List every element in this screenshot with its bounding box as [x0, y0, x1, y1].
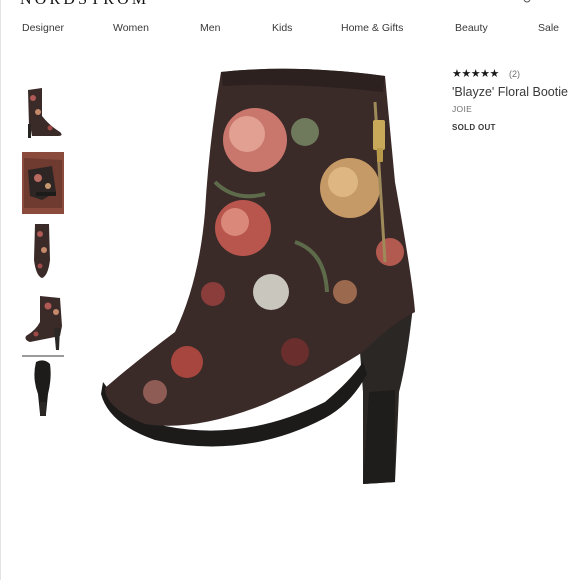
- nav-item-men[interactable]: Men: [200, 22, 220, 34]
- account-icon[interactable]: [522, 0, 532, 6]
- nav-item-kids[interactable]: Kids: [272, 22, 292, 34]
- nav-item-sale[interactable]: Sale: [538, 22, 559, 34]
- thumbnail-3[interactable]: [22, 220, 64, 282]
- thumbnail-1[interactable]: [22, 86, 64, 148]
- product-brand[interactable]: JOIE: [452, 104, 472, 114]
- thumbnail-2[interactable]: [22, 152, 64, 214]
- nordstrom-logo[interactable]: NORDSTROM: [20, 0, 149, 9]
- nav-item-women[interactable]: Women: [113, 22, 149, 34]
- product-title: 'Blayze' Floral Bootie: [452, 85, 568, 99]
- selected-thumbnail-indicator: [22, 355, 64, 357]
- nav-item-designer[interactable]: Designer: [22, 22, 64, 34]
- stock-status: SOLD OUT: [452, 123, 496, 132]
- page-left-border: [0, 0, 1, 580]
- header: NORDSTROM: [0, 0, 580, 10]
- nav-item-beauty[interactable]: Beauty: [455, 22, 488, 34]
- nav-item-home-gifts[interactable]: Home & Gifts: [341, 22, 403, 34]
- thumbnail-4-selected[interactable]: [22, 292, 64, 354]
- rating-stars-icon[interactable]: ★★★★★: [452, 67, 499, 80]
- review-count[interactable]: (2): [509, 69, 520, 79]
- thumbnail-5[interactable]: [22, 358, 64, 420]
- main-nav: Designer Women Men Kids Home & Gifts Bea…: [0, 22, 580, 40]
- product-image[interactable]: [95, 62, 425, 502]
